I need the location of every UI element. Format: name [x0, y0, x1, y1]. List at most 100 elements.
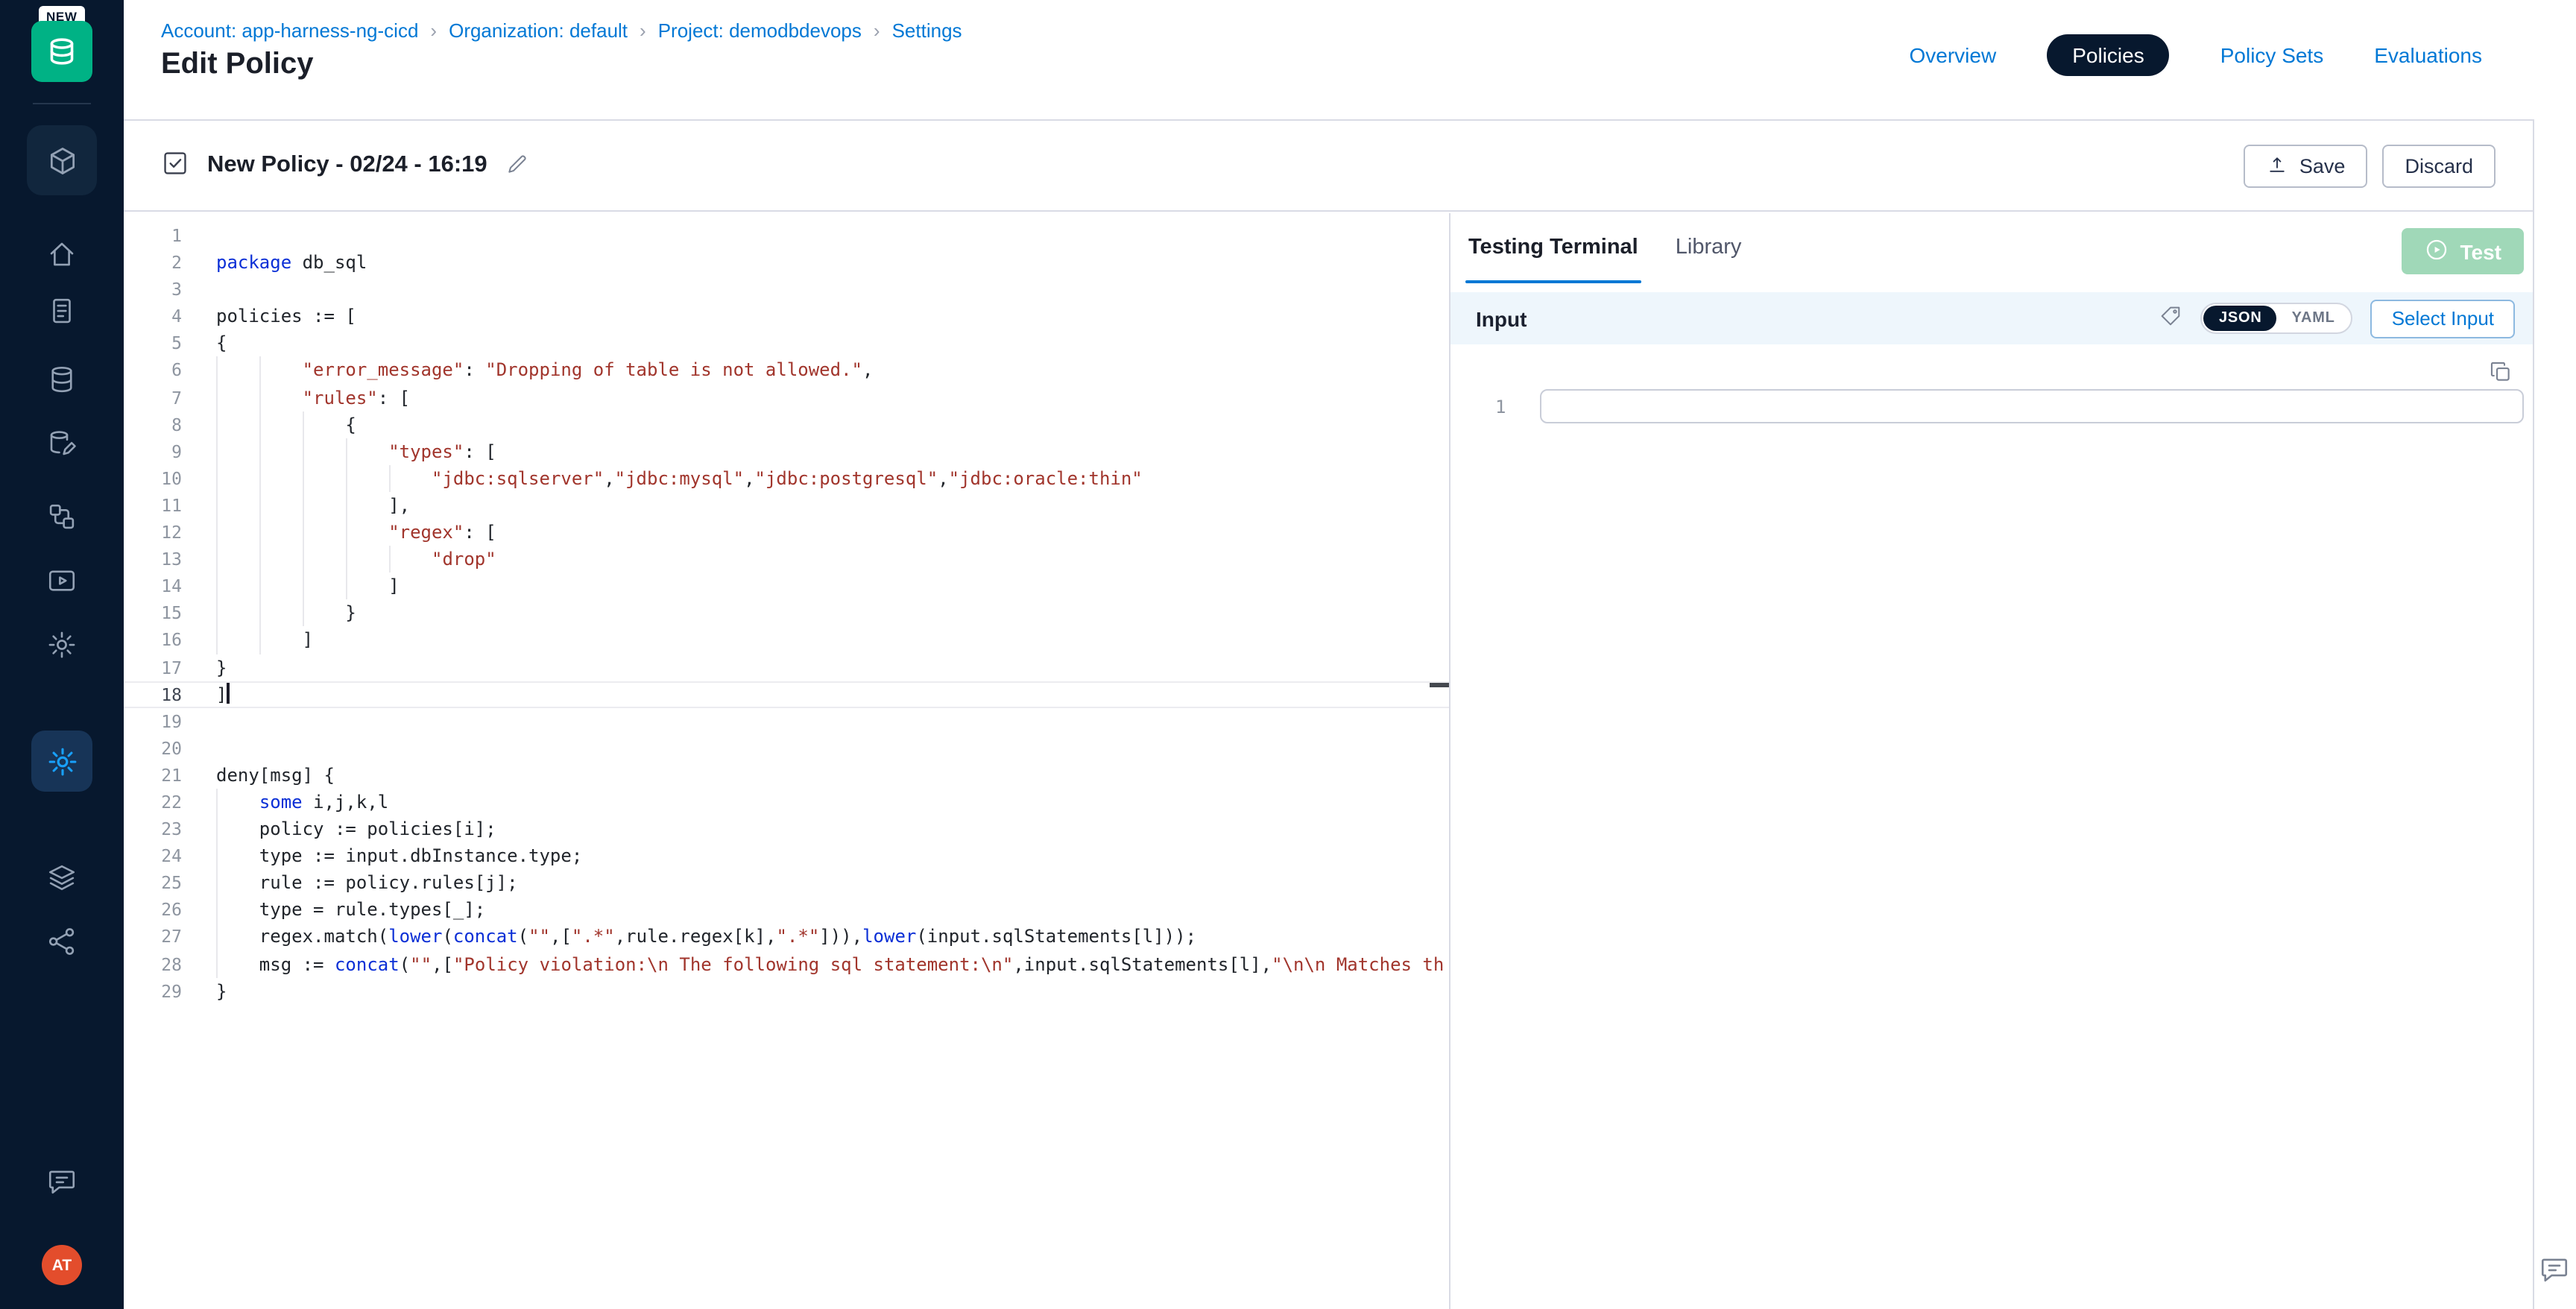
- indent-guide: [216, 600, 218, 627]
- code-line-4: 4policies := [: [124, 303, 1449, 330]
- line-number: 17: [124, 654, 182, 681]
- play-circle-icon: [2425, 236, 2450, 266]
- indent-guide: [259, 465, 261, 492]
- line-number: 19: [124, 707, 182, 734]
- layers-icon[interactable]: [45, 860, 79, 895]
- settings-gear-icon[interactable]: [31, 731, 92, 792]
- code-text: ]: [216, 681, 229, 707]
- line-number: 1: [124, 222, 182, 249]
- indent-guide: [259, 411, 261, 438]
- format-option-json[interactable]: JSON: [2204, 306, 2277, 331]
- code-line-21: 21 deny[msg] {: [124, 762, 1449, 789]
- indent-guide: [216, 519, 218, 546]
- line-number: 22: [124, 789, 182, 816]
- code-text: rule := policy.rules[j];: [216, 870, 518, 897]
- indent-guide: [216, 816, 218, 842]
- breadcrumb-item[interactable]: Project: demodbdevops: [658, 19, 862, 42]
- code-editor[interactable]: 12package db_sql34policies := [5{6 "erro…: [124, 213, 1450, 1309]
- code-line-23: 23 policy := policies[i];: [124, 816, 1449, 842]
- code-line-27: 27 regex.match(lower(concat("",[".*",rul…: [124, 924, 1449, 950]
- indent-guide: [216, 870, 218, 897]
- breadcrumb-separator: ›: [430, 19, 437, 42]
- page-title: Edit Policy: [161, 48, 314, 82]
- indent-guide: [345, 546, 347, 573]
- database-icon[interactable]: [45, 362, 79, 397]
- indent-guide: [216, 438, 218, 465]
- code-line-24: 24 type := input.dbInstance.type;: [124, 842, 1449, 869]
- line-number: 27: [124, 924, 182, 950]
- code-line-29: 29}: [124, 977, 1449, 1004]
- policy-card: New Policy - 02/24 - 16:19 Save Discard: [124, 119, 2534, 1309]
- top-nav-overview[interactable]: Overview: [1910, 43, 1997, 67]
- indent-guide: [216, 573, 218, 599]
- line-number: 21: [124, 762, 182, 789]
- avatar[interactable]: AT: [42, 1245, 82, 1285]
- code-text: }: [216, 977, 227, 1004]
- code-line-5: 5{: [124, 330, 1449, 357]
- indent-guide: [259, 600, 261, 627]
- save-button[interactable]: Save: [2244, 145, 2368, 188]
- page-header: Account: app-harness-ng-cicd › Organizatio…: [124, 0, 2576, 119]
- indent-guide: [216, 950, 218, 977]
- code-text: deny[msg] {: [216, 762, 335, 789]
- breadcrumb-item[interactable]: Account: app-harness-ng-cicd: [161, 19, 418, 42]
- chat-icon[interactable]: [45, 1164, 79, 1199]
- tab-library[interactable]: Library: [1676, 213, 1742, 283]
- line-number: 12: [124, 519, 182, 546]
- tag-icon[interactable]: [2159, 304, 2183, 332]
- indent-guide: [216, 465, 218, 492]
- code-line-8: 8 {: [124, 411, 1449, 438]
- line-number: 8: [124, 411, 182, 438]
- help-chat-icon[interactable]: [2539, 1254, 2570, 1285]
- indent-guide: [303, 492, 304, 519]
- top-nav-policy-sets[interactable]: Policy Sets: [2220, 43, 2324, 67]
- tab-testing-terminal[interactable]: Testing Terminal: [1468, 213, 1638, 283]
- edit-name-icon[interactable]: [505, 151, 529, 180]
- discard-button[interactable]: Discard: [2382, 145, 2496, 188]
- indent-guide: [259, 627, 261, 654]
- pipeline-icon[interactable]: [45, 499, 79, 534]
- code-text: ]: [216, 627, 313, 654]
- code-line-14: 14 ]: [124, 573, 1449, 599]
- terminal-editor[interactable]: 1: [1450, 344, 2533, 1309]
- code-text: }: [216, 654, 227, 681]
- code-line-2: 2package db_sql: [124, 249, 1449, 276]
- line-number: 7: [124, 384, 182, 411]
- executions-play-icon[interactable]: [45, 564, 79, 598]
- breadcrumb-item[interactable]: Settings: [892, 19, 962, 42]
- policy-actions: Save Discard: [2244, 145, 2496, 188]
- indent-guide: [345, 492, 347, 519]
- input-bar: Input JSONYAML Select Input: [1450, 292, 2533, 344]
- breadcrumb: Account: app-harness-ng-cicd › Organizatio…: [161, 19, 962, 42]
- network-icon[interactable]: [45, 924, 79, 959]
- test-button[interactable]: Test: [2402, 228, 2525, 274]
- code-text: policies := [: [216, 303, 356, 330]
- format-option-yaml[interactable]: YAML: [2277, 306, 2350, 331]
- gear-icon[interactable]: [45, 628, 79, 662]
- terminal-input-field[interactable]: [1540, 389, 2524, 423]
- code-line-20: 20: [124, 735, 1449, 762]
- database-edit-icon[interactable]: [45, 426, 79, 461]
- code-text: type = rule.types[_];: [216, 897, 485, 924]
- records-icon[interactable]: [45, 294, 79, 328]
- top-nav-policies[interactable]: Policies: [2047, 34, 2170, 76]
- home-icon[interactable]: [45, 237, 79, 271]
- code-line-17: 17}: [124, 654, 1449, 681]
- indent-guide: [259, 546, 261, 573]
- top-nav-evaluations[interactable]: Evaluations: [2374, 43, 2482, 67]
- indent-guide: [216, 924, 218, 950]
- breadcrumb-separator: ›: [874, 19, 880, 42]
- indent-guide: [259, 492, 261, 519]
- code-line-13: 13 "drop": [124, 546, 1449, 573]
- module-cube-icon[interactable]: [27, 125, 97, 195]
- policy-check-icon: [161, 149, 189, 182]
- breadcrumb-item[interactable]: Organization: default: [449, 19, 628, 42]
- indent-guide: [388, 546, 390, 573]
- code-text: some i,j,k,l: [216, 789, 388, 816]
- select-input-button[interactable]: Select Input: [2371, 299, 2515, 338]
- line-number: 6: [124, 357, 182, 384]
- code-text: regex.match(lower(concat("",[".*",rule.r…: [216, 924, 1196, 950]
- copy-icon[interactable]: [2488, 359, 2513, 385]
- app-window: NEW: [0, 0, 2576, 1309]
- harness-logo[interactable]: [31, 21, 92, 82]
